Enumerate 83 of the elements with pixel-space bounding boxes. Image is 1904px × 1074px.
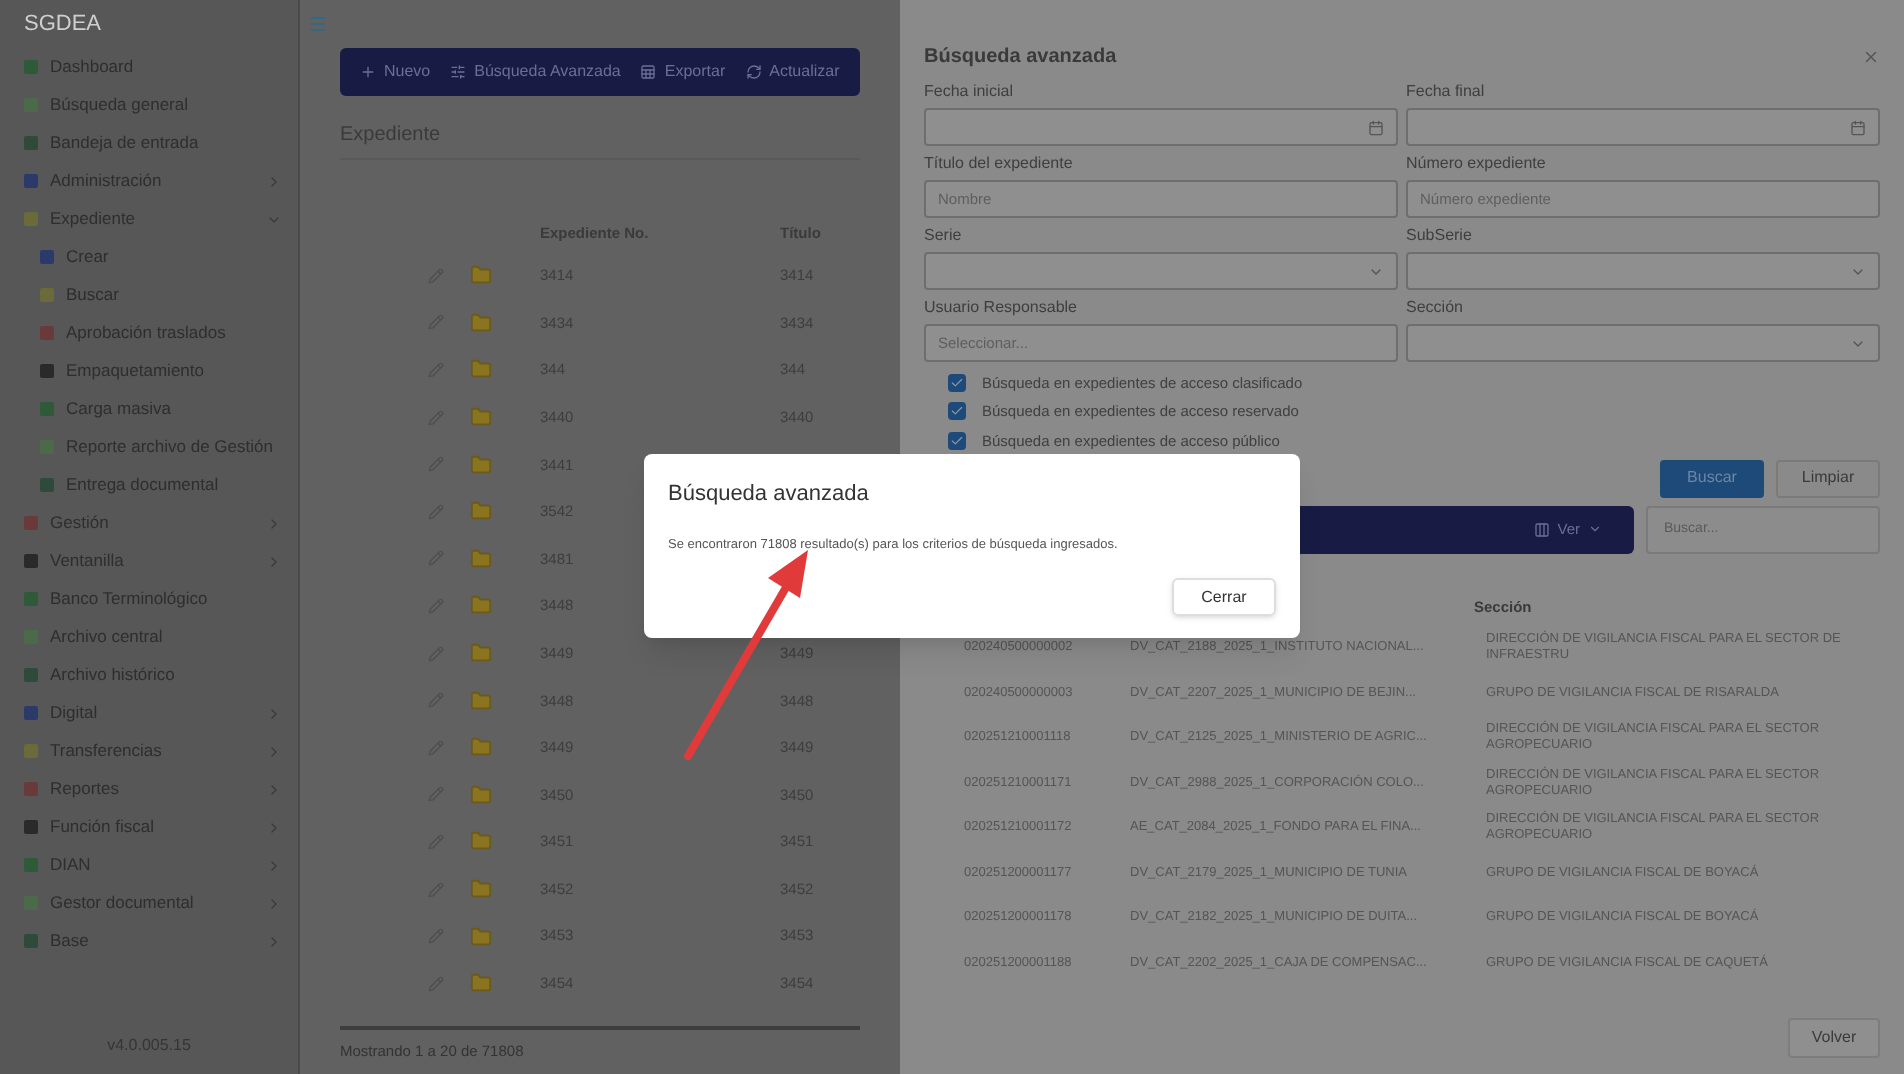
menu-item-icon — [40, 402, 54, 416]
toolbar-button[interactable]: Exportar — [640, 60, 726, 84]
chevron-right-icon[interactable] — [266, 895, 282, 911]
field-label: SubSerie — [1406, 224, 1474, 248]
menu-item-icon — [40, 326, 54, 340]
folder-icon[interactable] — [468, 500, 494, 523]
menu-item-icon — [24, 212, 38, 226]
folder-icon[interactable] — [468, 783, 494, 806]
field-label: Fecha inicial — [924, 80, 1015, 104]
chevron-right-icon[interactable] — [266, 933, 282, 949]
search-button[interactable]: Buscar — [1660, 459, 1764, 498]
refresh-icon — [745, 64, 762, 80]
folder-icon[interactable] — [468, 830, 494, 853]
menu-item-icon — [40, 288, 54, 302]
chevron-right-icon[interactable] — [266, 857, 282, 873]
toolbar-button[interactable]: Actualizar — [745, 60, 840, 84]
folder-icon[interactable] — [468, 264, 494, 287]
menu-item-icon — [24, 668, 38, 682]
folder-icon[interactable] — [468, 878, 494, 901]
field-label: Sección — [1406, 296, 1465, 320]
folder-icon[interactable] — [468, 311, 494, 334]
folder-icon[interactable] — [468, 972, 494, 995]
chevron-right-icon[interactable] — [266, 819, 282, 835]
sliders-icon — [450, 64, 467, 80]
chevron-right-icon[interactable] — [266, 515, 282, 531]
columns-icon — [1533, 521, 1550, 538]
menu-item-icon — [40, 478, 54, 492]
folder-icon[interactable] — [468, 547, 494, 570]
dialog-title: Búsqueda avanzada — [668, 480, 871, 510]
menu-item-icon — [40, 364, 54, 378]
chevron-right-icon[interactable] — [266, 705, 282, 721]
chevron-right-icon[interactable] — [266, 743, 282, 759]
menu-item-icon — [40, 250, 54, 264]
calendar-icon — [1850, 119, 1866, 135]
folder-icon[interactable] — [468, 594, 494, 617]
menu-item-icon — [24, 934, 38, 948]
field-label: Número expediente — [1406, 152, 1548, 176]
folder-icon[interactable] — [468, 736, 494, 759]
checkbox[interactable] — [948, 402, 966, 421]
menu-item-icon — [24, 554, 38, 568]
menu-item-icon — [24, 516, 38, 530]
select-field[interactable] — [1406, 252, 1880, 290]
folder-icon[interactable] — [468, 642, 494, 665]
date-field[interactable] — [924, 108, 1398, 146]
field-label: Usuario Responsable — [924, 296, 1079, 320]
toolbar-button[interactable]: Nuevo — [360, 60, 431, 84]
chevron-right-icon[interactable] — [266, 781, 282, 797]
menu-item-icon — [24, 820, 38, 834]
close-dialog-button[interactable]: Cerrar — [1172, 578, 1276, 617]
menu-item-icon — [24, 858, 38, 872]
menu-item-icon — [24, 136, 38, 150]
calendar-icon — [1368, 119, 1384, 135]
folder-icon[interactable] — [468, 453, 494, 476]
folder-icon[interactable] — [468, 689, 494, 712]
menu-item-icon — [24, 706, 38, 720]
folder-icon[interactable] — [468, 406, 494, 429]
menu-item-icon — [24, 782, 38, 796]
field-label: Título del expediente — [924, 152, 1075, 176]
chevron-right-icon[interactable] — [266, 173, 282, 189]
drawer-title: Búsqueda avanzada — [924, 43, 1119, 71]
menu-item-icon — [24, 744, 38, 758]
toolbar-button[interactable]: Búsqueda Avanzada — [450, 60, 621, 84]
menu-item-icon — [24, 174, 38, 188]
clear-button[interactable]: Limpiar — [1776, 459, 1880, 498]
field-label: Fecha final — [1406, 80, 1487, 104]
chevron-down-icon — [1588, 522, 1602, 537]
back-button[interactable]: Volver — [1788, 1018, 1880, 1058]
app-title: SGDEA — [24, 9, 102, 40]
folder-icon[interactable] — [468, 358, 494, 381]
date-field[interactable] — [1406, 108, 1880, 146]
chevron-right-icon[interactable] — [266, 553, 282, 569]
menu-item-icon — [24, 60, 38, 74]
folder-icon[interactable] — [468, 925, 494, 948]
menu-icon[interactable] — [308, 14, 328, 34]
plus-icon — [360, 64, 376, 80]
select-field[interactable] — [1406, 324, 1880, 362]
sheet-icon — [640, 64, 657, 80]
select-field[interactable] — [924, 252, 1398, 290]
field-label: Serie — [924, 224, 964, 248]
checkbox[interactable] — [948, 431, 966, 450]
checkbox[interactable] — [948, 374, 966, 393]
menu-item-icon — [24, 592, 38, 606]
close-icon[interactable] — [1862, 47, 1880, 65]
